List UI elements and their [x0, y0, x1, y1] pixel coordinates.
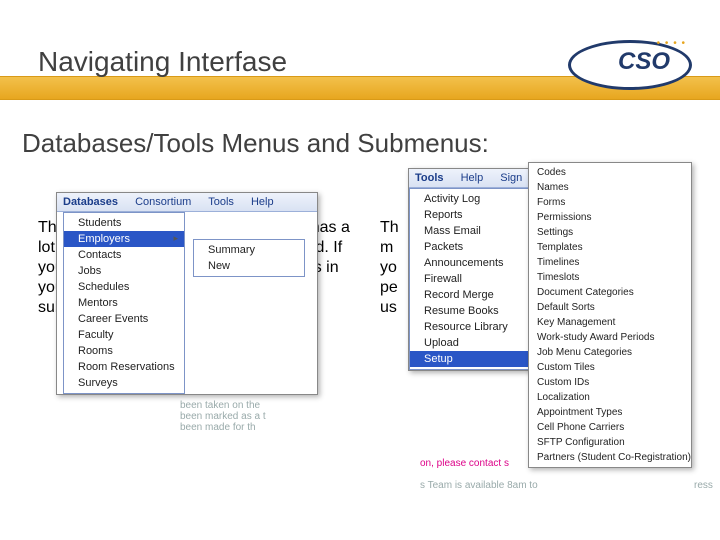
db-item-students[interactable]: Students — [64, 215, 184, 231]
setup-item-custom-ids[interactable]: Custom IDs — [529, 375, 689, 390]
logo-text: CSO — [618, 48, 670, 76]
setup-item-work-study-award-periods[interactable]: Work-study Award Periods — [529, 330, 689, 345]
menu-databases[interactable]: Databases — [63, 196, 118, 208]
setup-item-templates[interactable]: Templates — [529, 240, 689, 255]
db-item-faculty[interactable]: Faculty — [64, 327, 184, 343]
db-item-room-reservations[interactable]: Room Reservations — [64, 359, 184, 375]
db-item-surveys[interactable]: Surveys — [64, 375, 184, 391]
menu-sign[interactable]: Sign — [500, 172, 522, 184]
menubar-databases: Databases Consortium Tools Help — [57, 193, 317, 212]
setup-item-job-menu-categories[interactable]: Job Menu Categories — [529, 345, 689, 360]
setup-submenu-screenshot: CodesNamesFormsPermissionsSettingsTempla… — [528, 162, 692, 468]
setup-item-key-management[interactable]: Key Management — [529, 315, 689, 330]
setup-item-appointment-types[interactable]: Appointment Types — [529, 405, 689, 420]
setup-item-default-sorts[interactable]: Default Sorts — [529, 300, 689, 315]
menu-help-1[interactable]: Help — [251, 196, 274, 208]
menu-help-2[interactable]: Help — [461, 172, 484, 184]
databases-menu-screenshot: Databases Consortium Tools Help Students… — [56, 192, 318, 395]
setup-submenu: CodesNamesFormsPermissionsSettingsTempla… — [529, 163, 689, 467]
logo: • • • • CSO — [562, 34, 692, 88]
menu-tools-2[interactable]: Tools — [415, 172, 444, 184]
setup-item-timelines[interactable]: Timelines — [529, 255, 689, 270]
setup-item-names[interactable]: Names — [529, 180, 689, 195]
db-item-employers[interactable]: Employers — [64, 231, 184, 247]
db-item-mentors[interactable]: Mentors — [64, 295, 184, 311]
subtitle: Databases/Tools Menus and Submenus: — [22, 128, 489, 159]
db-item-schedules[interactable]: Schedules — [64, 279, 184, 295]
menu-consortium[interactable]: Consortium — [135, 196, 191, 208]
db-item-contacts[interactable]: Contacts — [64, 247, 184, 263]
employers-fly-new[interactable]: New — [194, 258, 304, 274]
frag-been: been taken on the been marked as a t bee… — [180, 400, 266, 433]
setup-item-forms[interactable]: Forms — [529, 195, 689, 210]
setup-item-permissions[interactable]: Permissions — [529, 210, 689, 225]
menu-tools-1[interactable]: Tools — [208, 196, 234, 208]
setup-item-timeslots[interactable]: Timeslots — [529, 270, 689, 285]
frag-contact: on, please contact s — [420, 458, 509, 469]
setup-item-sftp-configuration[interactable]: SFTP Configuration — [529, 435, 689, 450]
frag-team: s Team is available 8am to — [420, 480, 538, 491]
employers-fly-summary[interactable]: Summary — [194, 242, 304, 258]
db-item-jobs[interactable]: Jobs — [64, 263, 184, 279]
employers-flyout: SummaryNew — [193, 239, 305, 277]
setup-item-cell-phone-carriers[interactable]: Cell Phone Carriers — [529, 420, 689, 435]
databases-submenu: StudentsEmployersContactsJobsSchedulesMe… — [63, 212, 185, 394]
setup-item-localization[interactable]: Localization — [529, 390, 689, 405]
setup-item-settings[interactable]: Settings — [529, 225, 689, 240]
setup-item-document-categories[interactable]: Document Categories — [529, 285, 689, 300]
slide-title: Navigating Interfase — [38, 46, 287, 78]
db-item-rooms[interactable]: Rooms — [64, 343, 184, 359]
setup-item-codes[interactable]: Codes — [529, 165, 689, 180]
setup-item-partners-student-co-registration-[interactable]: Partners (Student Co-Registration) — [529, 450, 689, 465]
db-item-career-events[interactable]: Career Events — [64, 311, 184, 327]
setup-item-custom-tiles[interactable]: Custom Tiles — [529, 360, 689, 375]
frag-ress: ress — [694, 480, 713, 491]
